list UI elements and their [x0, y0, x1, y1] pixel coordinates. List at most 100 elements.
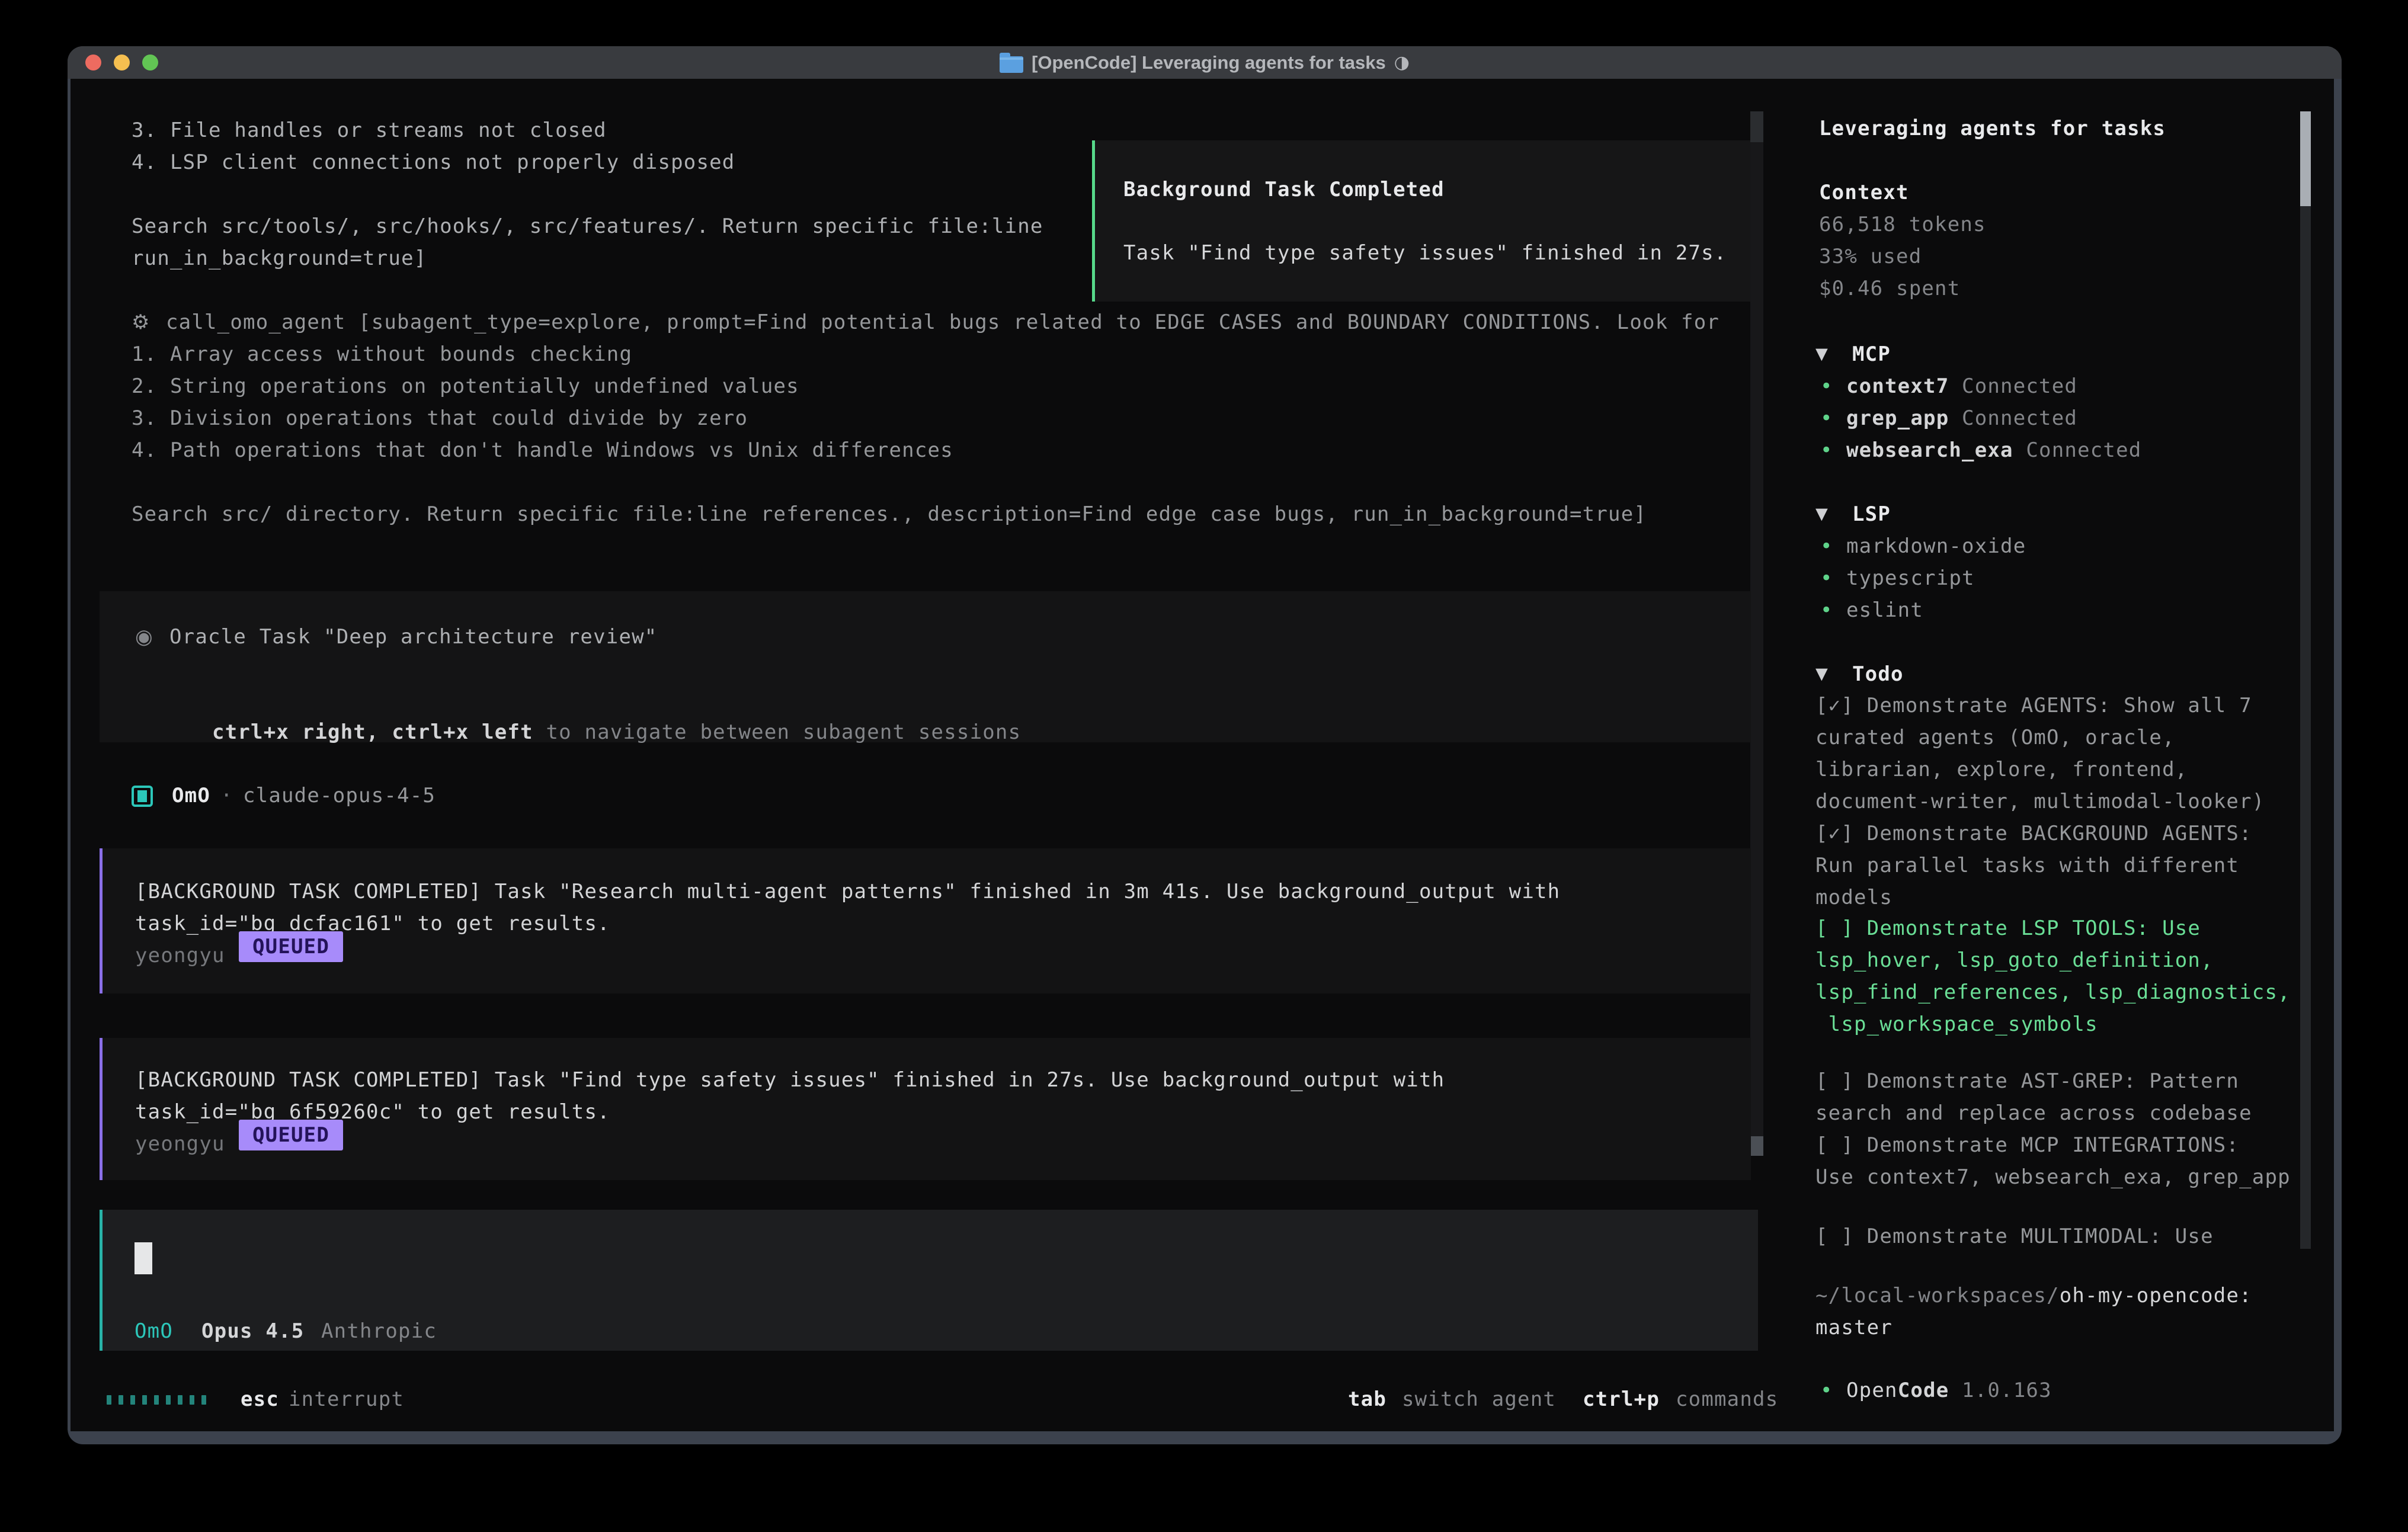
shortcut-esc-key: esc [241, 1383, 279, 1415]
chevron-down-icon[interactable]: ▼ [1815, 658, 1829, 690]
message-line: task_id="bg_6f59260c" to get results. [135, 1096, 610, 1128]
toast-body: Task "Find type safety issues" finished … [1123, 237, 1727, 269]
session-title: Leveraging agents for tasks [1819, 113, 2166, 145]
mcp-item-name: context7 [1846, 374, 1949, 398]
todo-line-active: [ ] Demonstrate LSP TOOLS: Use [1815, 912, 2201, 944]
tool-call-line: Search src/ directory. Return specific f… [132, 498, 1647, 530]
separator-dot: · [220, 780, 233, 812]
activity-spinner-icon [107, 1395, 206, 1405]
chevron-down-icon[interactable]: ▼ [1815, 338, 1829, 370]
mcp-item: websearch_exa Connected [1846, 434, 2141, 466]
app-name-regular: Open [1846, 1379, 1898, 1402]
message-author: yeongyu [135, 940, 225, 972]
background-task-toast[interactable]: Background Task Completed Task "Find typ… [1092, 140, 1758, 302]
titlebar[interactable]: [OpenCode] Leveraging agents for tasks ◑ [68, 46, 2342, 79]
tool-call-line: 1. Array access without bounds checking [132, 338, 632, 370]
status-badge: QUEUED [239, 931, 343, 962]
scrollback-line: Search src/tools/, src/hooks/, src/featu… [132, 210, 1043, 242]
mcp-item-name: grep_app [1846, 406, 1949, 430]
todo-line-active: lsp_hover, lsp_goto_definition, [1815, 944, 2214, 976]
todo-line: search and replace across codebase [1815, 1097, 2252, 1129]
agent-checkbox-icon [132, 786, 153, 807]
agent-model: claude-opus-4-5 [243, 780, 436, 812]
traffic-lights [85, 46, 158, 79]
todo-line: Run parallel tasks with different [1815, 850, 2239, 882]
app-version-number: 1.0.163 [1949, 1379, 2051, 1402]
input-model-label: Opus 4.5 [201, 1315, 304, 1347]
sidebar-scrollbar-thumb[interactable] [2300, 111, 2311, 206]
status-dot-icon: • [1820, 402, 1833, 434]
main-scrollbar-segment[interactable] [1750, 111, 1763, 142]
scrollback-line: run_in_background=true] [132, 242, 427, 274]
folder-icon [1000, 56, 1023, 73]
status-dot-icon: • [1820, 594, 1833, 626]
sidebar-scrollbar-track[interactable] [2300, 111, 2311, 1249]
mcp-item-status: Connected [1962, 374, 2077, 398]
main-scrollbar-track[interactable] [1750, 111, 1763, 1156]
message-block[interactable]: [BACKGROUND TASK COMPLETED] Task "Find t… [100, 1038, 1751, 1180]
status-dot-icon: • [1820, 370, 1833, 402]
lsp-item: eslint [1846, 594, 1923, 626]
subagent-nav-hint: ctrl+x right, ctrl+x left to navigate be… [135, 684, 1021, 716]
workspace-path-prefix: ~/local-workspaces/ [1815, 1284, 2060, 1307]
shortcut-tab-label: switch agent [1402, 1383, 1556, 1415]
status-dot-icon: • [1820, 434, 1833, 466]
screen: [OpenCode] Leveraging agents for tasks ◑… [0, 0, 2408, 1532]
todo-line: document-writer, multimodal-looker) [1815, 786, 2265, 818]
minimize-button[interactable] [114, 55, 130, 70]
workspace-path: ~/local-workspaces/oh-my-opencode: [1815, 1280, 2252, 1312]
hint-shortcut-left: ctrl+x left [392, 720, 533, 744]
record-icon: ◉ [135, 621, 153, 653]
mcp-item: grep_app Connected [1846, 402, 2077, 434]
shortcut-ctrlp-key: ctrl+p [1583, 1383, 1660, 1415]
mcp-item-status: Connected [2026, 438, 2141, 462]
message-line: task_id="bg_dcfac161" to get results. [135, 908, 610, 940]
prompt-input[interactable]: OmO Opus 4.5 Anthropic [100, 1210, 1758, 1351]
mcp-item-name: websearch_exa [1846, 438, 2013, 462]
hint-shortcut-right: ctrl+x right, [212, 720, 379, 744]
context-spent: $0.46 spent [1819, 273, 1960, 305]
todo-line: curated agents (OmO, oracle, [1815, 722, 2175, 754]
lsp-item: typescript [1846, 562, 1975, 594]
chevron-down-icon[interactable]: ▼ [1815, 498, 1829, 530]
app-name-bold: Code [1898, 1379, 1949, 1402]
lsp-item: markdown-oxide [1846, 530, 2026, 562]
zoom-button[interactable] [142, 55, 158, 70]
message-line: [BACKGROUND TASK COMPLETED] Task "Resear… [135, 876, 1560, 908]
input-agent-label: OmO [135, 1315, 173, 1347]
lsp-section-heading[interactable]: LSP [1852, 498, 1891, 530]
todo-section-heading[interactable]: Todo [1852, 658, 1904, 690]
tool-call-line: 4. Path operations that don't handle Win… [132, 434, 953, 466]
todo-line: [✓] Demonstrate BACKGROUND AGENTS: [1815, 818, 2252, 850]
close-button[interactable] [85, 55, 101, 70]
todo-line: [ ] Demonstrate MCP INTEGRATIONS: [1815, 1129, 2239, 1161]
hint-text: to navigate between subagent sessions [533, 720, 1021, 744]
message-author: yeongyu [135, 1128, 225, 1160]
status-dot-icon: • [1820, 562, 1833, 594]
oracle-task-title: Oracle Task "Deep architecture review" [169, 621, 657, 653]
status-dot-icon: • [1820, 1374, 1833, 1406]
context-tokens: 66,518 tokens [1819, 209, 1986, 241]
agent-name: OmO [172, 780, 210, 812]
mcp-section-heading[interactable]: MCP [1852, 338, 1891, 370]
mcp-item: context7 Connected [1846, 370, 2077, 402]
shortcut-ctrlp-label: commands [1676, 1383, 1778, 1415]
message-block[interactable]: [BACKGROUND TASK COMPLETED] Task "Resear… [100, 848, 1751, 993]
app-version: OpenCode 1.0.163 [1846, 1374, 2052, 1406]
window-title: [OpenCode] Leveraging agents for tasks [1032, 52, 1386, 73]
status-badge: QUEUED [239, 1120, 343, 1150]
scrollback-line: 3. File handles or streams not closed [132, 114, 607, 146]
todo-line-active: lsp_workspace_symbols [1815, 1008, 2098, 1040]
text-cursor [135, 1242, 152, 1274]
window-title-group: [OpenCode] Leveraging agents for tasks ◑ [1000, 52, 1410, 73]
status-dot-icon: • [1820, 530, 1833, 562]
workspace-path-repo: oh-my-opencode: [2060, 1284, 2252, 1307]
shortcut-tab-key: tab [1348, 1383, 1386, 1415]
main-scrollbar-thumb[interactable] [1750, 1136, 1763, 1156]
tool-call-line: 2. String operations on potentially unde… [132, 370, 799, 402]
oracle-task-panel[interactable]: ◉ Oracle Task "Deep architecture review"… [100, 591, 1751, 742]
todo-line: [ ] Demonstrate AST-GREP: Pattern [1815, 1065, 2239, 1097]
todo-line: Use context7, websearch_exa, grep_app [1815, 1161, 2291, 1193]
shortcut-esc-label: interrupt [289, 1383, 404, 1415]
workspace-branch: master [1815, 1312, 1893, 1344]
